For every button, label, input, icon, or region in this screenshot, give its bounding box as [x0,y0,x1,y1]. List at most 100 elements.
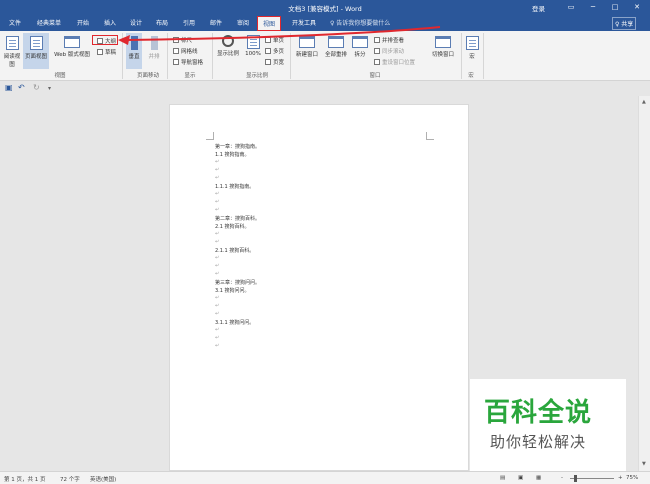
zoom-group-label: 显示比例 [245,73,268,79]
document-paragraph[interactable]: 第三章：搜狗问问。 [215,279,260,286]
reset-window-button[interactable]: 重设窗口位置 [374,58,415,66]
one-page-button[interactable]: 单页 [265,36,284,44]
scroll-down-icon[interactable]: ▼ [642,461,646,467]
read-mode-button[interactable]: 阅读视图 [3,36,21,68]
document-paragraph[interactable]: ↵ [215,255,219,261]
tab-design[interactable]: 设计 [130,18,142,27]
ribbon-display-icon[interactable]: ▭ [560,0,582,15]
tab-mailings[interactable]: 邮件 [210,18,222,27]
language[interactable]: 英语(美国) [90,475,116,483]
document-paragraph[interactable]: ↵ [215,231,219,237]
ribbon: 阅读视图 页面视图 Web 版式视图 大纲 草稿 视图 垂直 并排 页面移动 标… [0,31,650,81]
save-icon[interactable]: ▣ [5,83,13,92]
side-by-side-label: 并排查看 [382,38,405,44]
print-layout-button[interactable]: 页面视图 [23,33,49,69]
scroll-up-icon[interactable]: ▲ [642,99,646,105]
arrange-all-button[interactable]: 全部重排 [322,36,350,58]
tab-view[interactable]: 视图 [257,16,282,31]
document-paragraph[interactable]: ↵ [215,343,219,349]
document-paragraph[interactable]: 3.1 搜狗问问。 [215,287,250,294]
document-paragraph[interactable]: ↵ [215,207,219,213]
document-paragraph[interactable]: ↵ [215,167,219,173]
nav-pane-checkbox-icon [173,59,179,65]
print-layout-status-icon[interactable]: ▣ [518,475,523,481]
split-label: 拆分 [354,52,366,58]
zoom-100-icon [246,35,260,49]
vertical-label: 垂直 [128,54,140,60]
document-paragraph[interactable]: ↵ [215,263,219,269]
document-paragraph[interactable]: ↵ [215,303,219,309]
document-paragraph[interactable]: 2.1 搜狗百科。 [215,223,250,230]
tab-classic-menu[interactable]: 经典菜单 [37,18,61,27]
undo-icon[interactable]: ↶ [18,83,25,92]
new-window-button[interactable]: 新建窗口 [294,36,320,58]
multi-page-button[interactable]: 多页 [265,47,284,55]
web-layout-button[interactable]: Web 版式视图 [51,36,93,58]
gridlines-label: 网格线 [181,49,198,55]
zoom-label: 显示比例 [216,51,239,57]
web-layout-status-icon[interactable]: ▦ [536,475,541,481]
document-paragraph[interactable]: 2.1.1 搜狗百科。 [215,247,254,254]
tab-layout[interactable]: 布局 [156,18,168,27]
document-paragraph[interactable]: ↵ [215,327,219,333]
paragraph-mark-icon: ↵ [215,295,220,301]
paragraph-mark-icon: ↵ [215,263,220,269]
gridlines-checkbox[interactable]: 网格线 [173,47,198,55]
document-paragraph[interactable]: 1.1.1 搜狗指南。 [215,183,254,190]
print-layout-label: 页面视图 [24,54,47,60]
zoom-level[interactable]: 75% [626,475,638,481]
side-to-side-button[interactable]: 并排 [146,36,162,60]
nav-pane-label: 导航窗格 [181,60,204,66]
tab-file[interactable]: 文件 [9,18,21,27]
page-count[interactable]: 第 1 页，共 1 页 [4,475,46,483]
document-paragraph[interactable]: ↵ [215,199,219,205]
zoom-out-button[interactable]: - [561,475,563,481]
tab-home[interactable]: 开始 [77,18,89,27]
tab-insert[interactable]: 插入 [104,18,116,27]
document-paragraph[interactable]: 1.1 搜狗指南。 [215,151,250,158]
tab-developer[interactable]: 开发工具 [292,18,316,27]
read-mode-icon [5,36,19,50]
minimize-button[interactable]: ─ [582,0,604,15]
sync-scroll-button[interactable]: 同步滚动 [374,47,404,55]
document-paragraph[interactable]: 第一章：搜狗指南。 [215,143,260,150]
nav-pane-checkbox[interactable]: 导航窗格 [173,58,203,66]
maximize-button[interactable]: □ [604,0,626,15]
word-count[interactable]: 72 个字 [60,475,80,483]
zoom-button[interactable]: 显示比例 [215,35,241,57]
document-paragraph[interactable]: ↵ [215,175,219,181]
document-page[interactable]: 第一章：搜狗指南。 1.1 搜狗指南。 ↵ ↵ ↵ 1.1.1 搜狗指南。 ↵ ↵ ↵ 第二章：搜… [169,104,469,471]
document-paragraph[interactable]: 3.1.1 搜狗问问。 [215,319,254,326]
switch-windows-button[interactable]: 切换窗口 [428,36,458,58]
one-page-label: 单页 [273,38,285,44]
document-paragraph[interactable]: ↵ [215,311,219,317]
zoom-slider-thumb[interactable] [574,475,577,482]
document-paragraph[interactable]: ↵ [215,271,219,277]
redo-icon[interactable]: ↻ [33,83,40,92]
zoom-in-button[interactable]: + [618,475,623,481]
document-paragraph[interactable]: 第二章：搜狗百科。 [215,215,260,222]
read-mode-status-icon[interactable]: ▤ [500,475,505,481]
tab-references[interactable]: 引用 [183,18,195,27]
zoom-100-button[interactable]: 100% [243,35,263,57]
vertical-scrollbar[interactable]: ▲ ▼ [638,96,650,471]
macros-button[interactable]: 宏 [464,36,480,60]
login-link[interactable]: 登录 [532,3,545,13]
share-button[interactable]: ♀ 共享 [612,17,637,30]
document-paragraph[interactable]: ↵ [215,191,219,197]
page-width-button[interactable]: 页宽 [265,58,284,66]
close-button[interactable]: ✕ [626,0,648,15]
tab-review[interactable]: 审阅 [237,18,249,27]
tell-me-search[interactable]: ♀ 告诉我你想要做什么 [330,18,390,27]
draft-button[interactable]: 草稿 [97,48,116,56]
side-by-side-button[interactable]: 并排查看 [374,36,404,44]
document-paragraph[interactable]: ↵ [215,295,219,301]
vertical-button[interactable]: 垂直 [126,33,142,69]
split-button[interactable]: 拆分 [351,36,369,58]
document-paragraph[interactable]: ↵ [215,159,219,165]
document-paragraph[interactable]: ↵ [215,239,219,245]
customize-qat-icon[interactable]: ▾ [48,85,51,92]
document-paragraph[interactable]: ↵ [215,335,219,341]
multi-page-icon [265,48,271,54]
ruler-checkbox[interactable]: 标尺 [173,36,192,44]
